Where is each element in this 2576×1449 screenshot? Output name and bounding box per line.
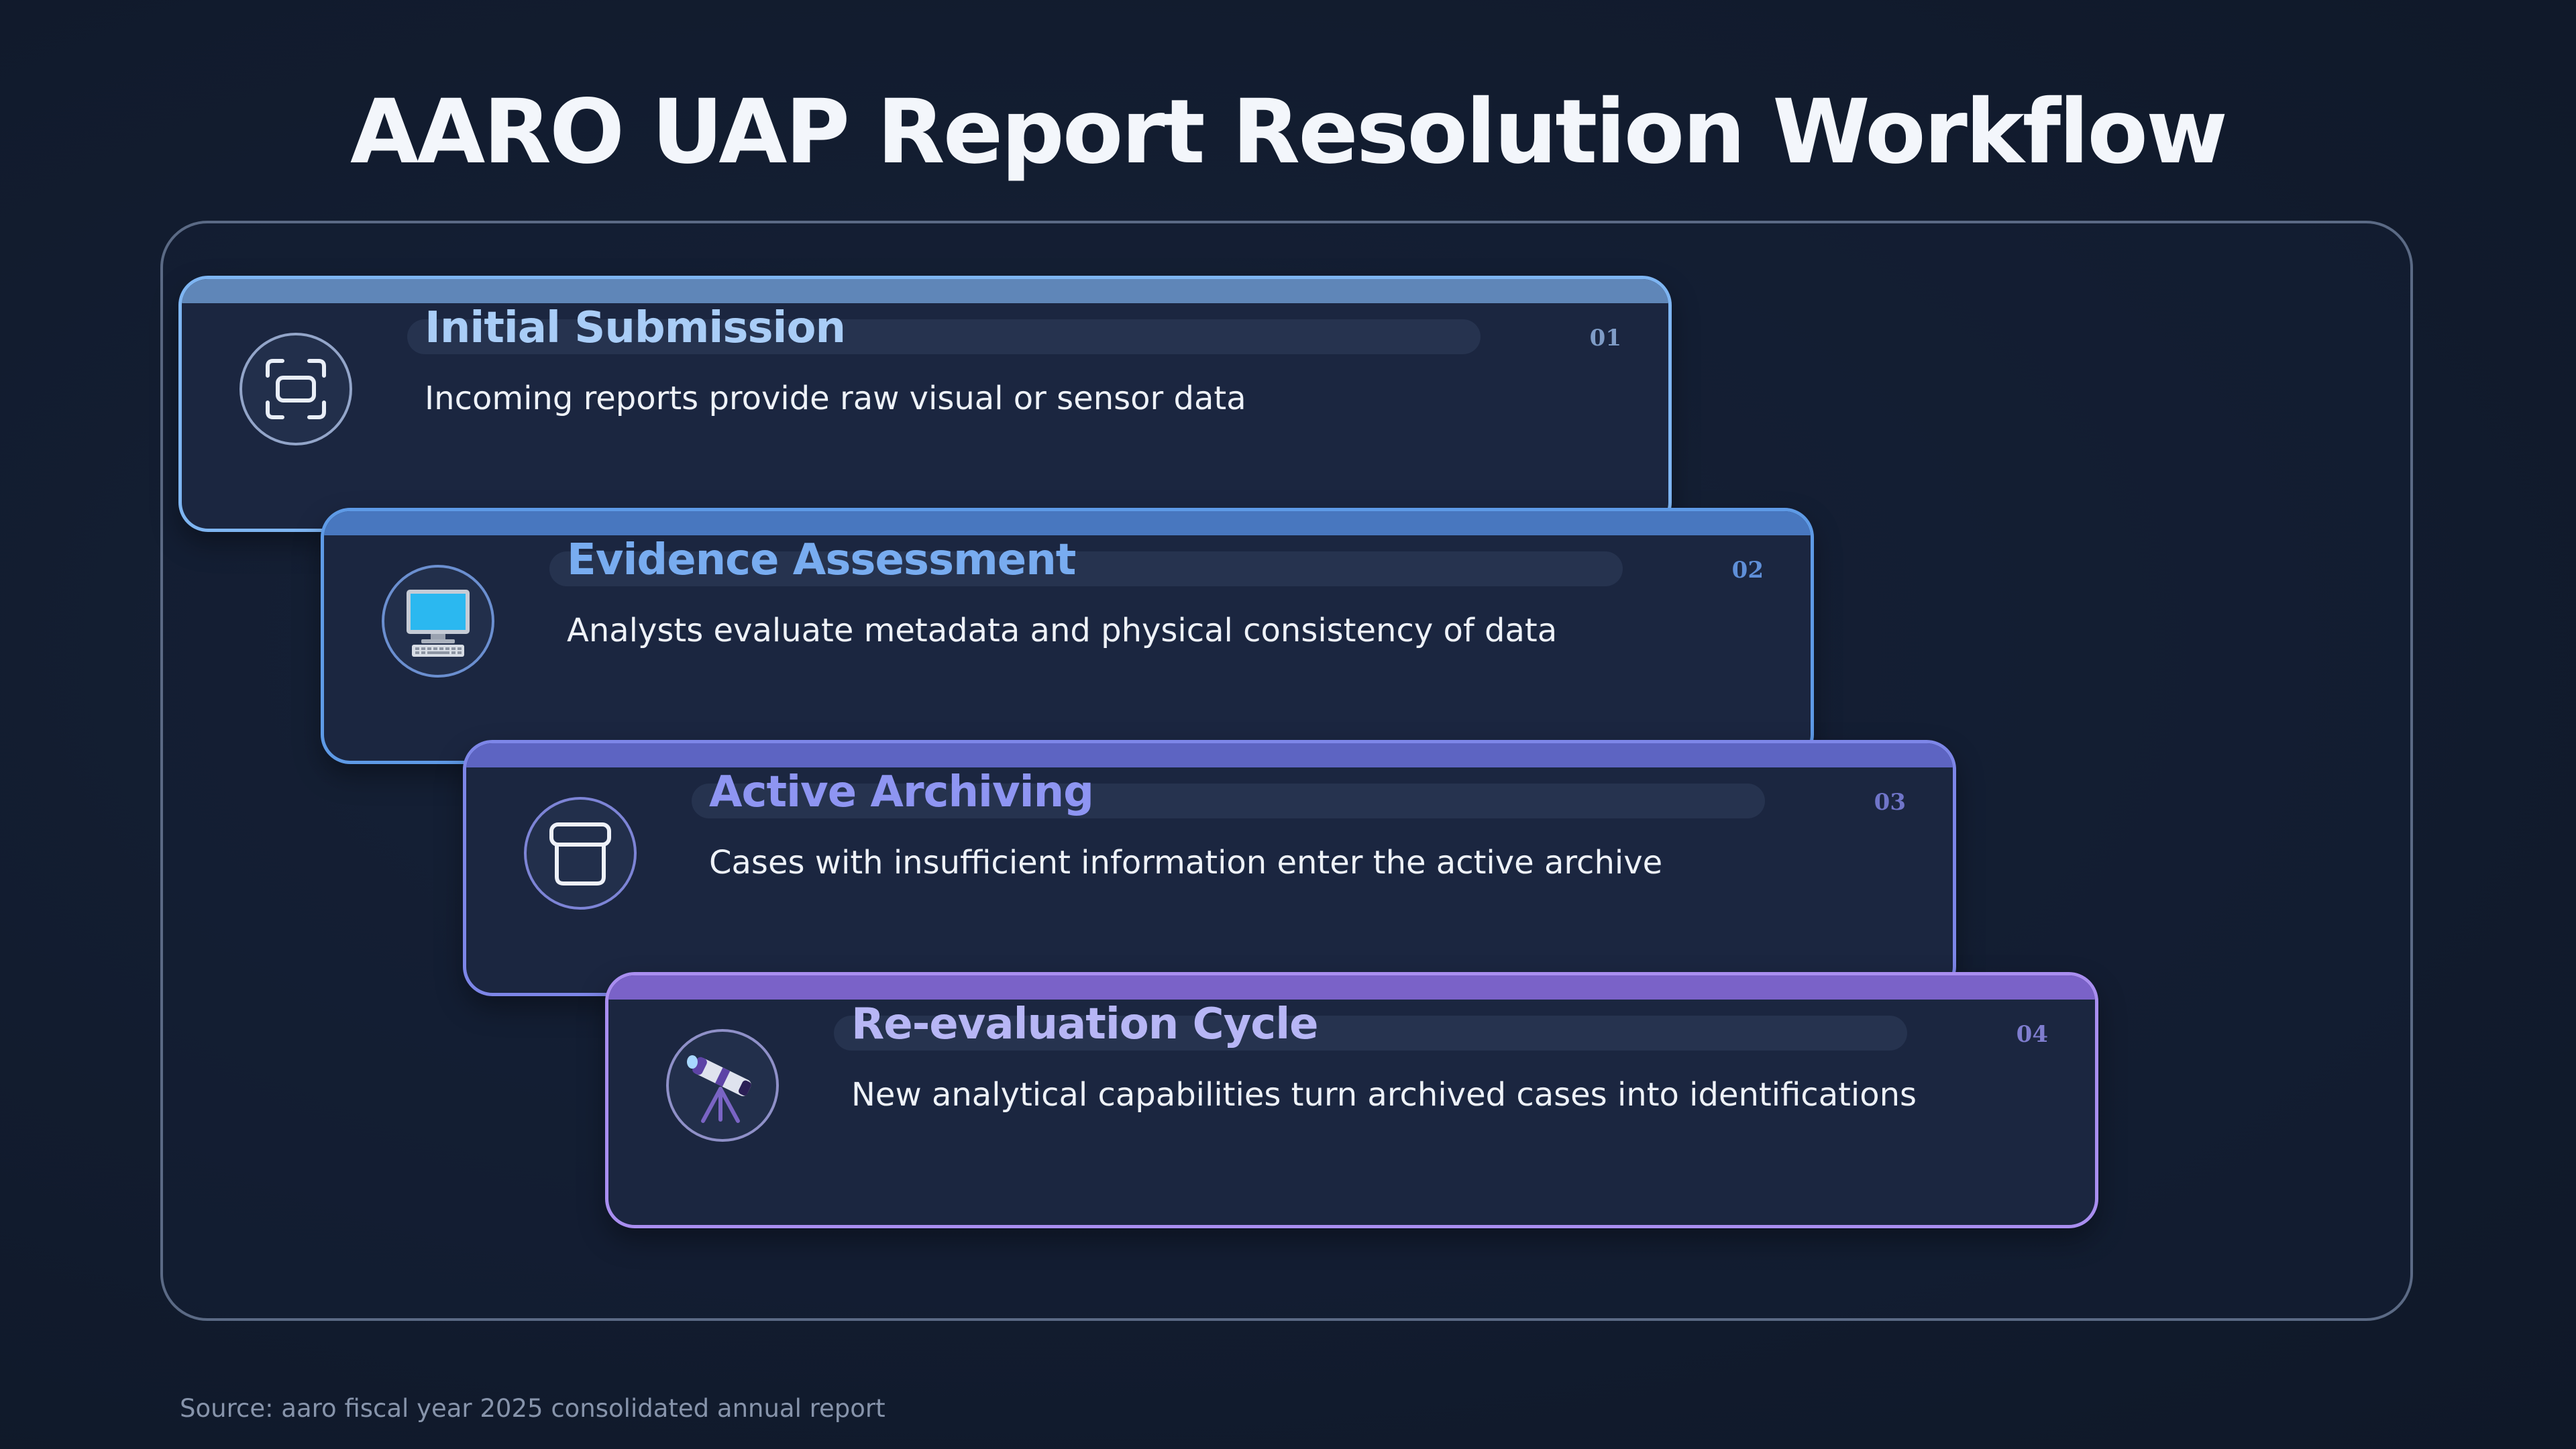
step-description: New analytical capabilities turn archive…: [851, 1076, 1917, 1114]
step-card-evidence-assessment: Evidence Assessment 02 Analysts evaluate…: [321, 508, 1814, 764]
icon-ring: [382, 565, 494, 678]
step-title: Evidence Assessment: [567, 535, 1076, 585]
step-description: Incoming reports provide raw visual or s…: [425, 380, 1246, 417]
page-title: AARO UAP Report Resolution Workflow: [350, 80, 2228, 184]
card-top-bar: [466, 743, 1953, 767]
card-top-bar: [324, 511, 1811, 535]
step-title: Re-evaluation Cycle: [851, 1000, 1319, 1049]
card-top-bar: [182, 279, 1668, 303]
desktop-computer-icon: [407, 590, 470, 657]
source-caption: Source: aaro fiscal year 2025 consolidat…: [180, 1394, 885, 1423]
icon-ring: [666, 1029, 779, 1142]
step-card-initial-submission: Initial Submission 01 Incoming reports p…: [178, 276, 1672, 532]
slide: AARO UAP Report Resolution Workflow Init…: [0, 0, 2576, 1449]
step-card-re-evaluation-cycle: Re-evaluation Cycle 04 New analytical ca…: [605, 972, 2098, 1228]
step-description: Cases with insufficient information ente…: [709, 844, 1663, 881]
step-description: Analysts evaluate metadata and physical …: [567, 612, 1558, 649]
step-title: Initial Submission: [425, 303, 846, 353]
step-number: 02: [1731, 557, 1764, 584]
archive-box-icon: [549, 822, 611, 885]
step-number: 03: [1874, 789, 1906, 816]
capture-frame-icon: [266, 359, 326, 419]
telescope-icon: [687, 1055, 751, 1123]
step-number: 01: [1589, 325, 1621, 352]
icon-ring: [524, 797, 637, 910]
icon-ring: [239, 333, 352, 445]
card-top-bar: [608, 975, 2095, 1000]
step-number: 04: [2016, 1021, 2048, 1048]
step-title: Active Archiving: [709, 767, 1094, 817]
step-card-active-archiving: Active Archiving 03 Cases with insuffici…: [463, 740, 1956, 996]
